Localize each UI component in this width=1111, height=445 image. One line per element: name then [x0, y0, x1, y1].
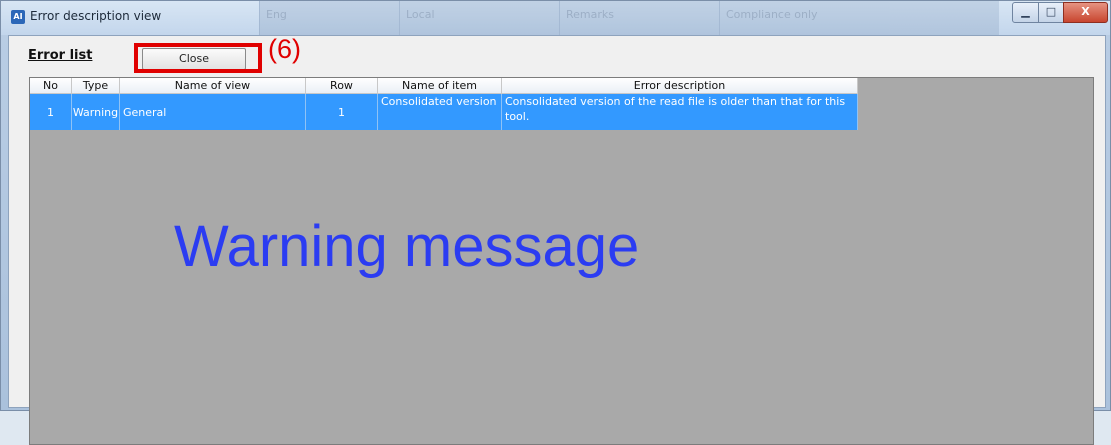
minimize-button[interactable]: ▁: [1012, 2, 1039, 23]
column-header-row[interactable]: Row: [306, 78, 378, 94]
close-button-highlight: [134, 43, 262, 73]
background-column-remarks: Remarks: [559, 1, 716, 35]
background-column-eng: Eng: [259, 1, 384, 35]
cell-name-of-item: Consolidated version: [378, 94, 502, 130]
callout-number: (6): [268, 34, 301, 64]
maximize-button[interactable]: □: [1038, 2, 1064, 23]
column-header-error-description[interactable]: Error description: [502, 78, 858, 94]
grid-header: No Type Name of view Row Name of item Er…: [30, 78, 858, 94]
column-header-no[interactable]: No: [30, 78, 72, 94]
column-header-name-of-item[interactable]: Name of item: [378, 78, 502, 94]
window-title: Error description view: [30, 9, 162, 23]
cell-row: 1: [306, 94, 378, 130]
column-header-type[interactable]: Type: [72, 78, 120, 94]
background-column-local: Local: [399, 1, 556, 35]
background-column-compliance: Compliance only: [719, 1, 996, 35]
window-close-button[interactable]: X: [1063, 2, 1108, 23]
app-icon: AI: [11, 10, 25, 24]
warning-message-annotation: Warning message: [174, 214, 640, 279]
cell-no: 1: [30, 94, 72, 130]
client-area: Error list Close (6) No Type Name of vie…: [8, 34, 1106, 445]
title-bar[interactable]: Eng Local Remarks Compliance only AI Err…: [1, 1, 1110, 35]
background-window-strip: Eng Local Remarks Compliance only: [259, 1, 999, 35]
cell-type: Warning: [72, 94, 120, 130]
table-row[interactable]: 1 Warning General 1 Consolidated version…: [30, 94, 858, 130]
cell-name-of-view: General: [120, 94, 306, 130]
column-header-name-of-view[interactable]: Name of view: [120, 78, 306, 94]
cell-error-description: Consolidated version of the read file is…: [502, 94, 858, 130]
error-list-label: Error list: [28, 48, 93, 63]
error-description-window: Eng Local Remarks Compliance only AI Err…: [0, 0, 1111, 445]
